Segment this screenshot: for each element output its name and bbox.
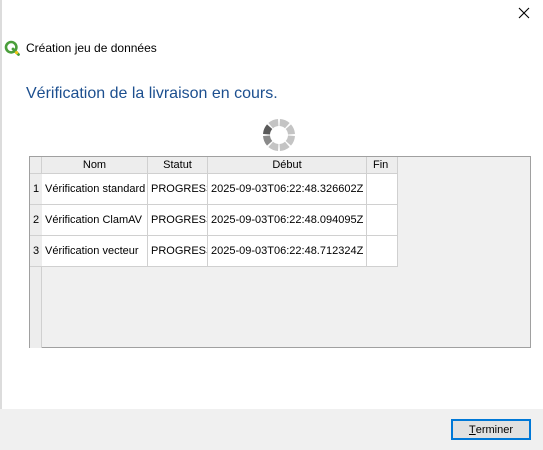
- spinner-segment: [268, 119, 279, 129]
- table-row[interactable]: Vérification vecteur PROGRESS 2025-09-03…: [42, 236, 398, 267]
- window-header: Création jeu de données: [4, 40, 157, 56]
- spinner-segment: [263, 135, 273, 146]
- table-header: Nom Statut Début Fin: [30, 157, 398, 174]
- qgis-logo-icon: [4, 40, 20, 56]
- row-number[interactable]: 3: [30, 236, 42, 267]
- column-header-fin[interactable]: Fin: [367, 157, 398, 174]
- finish-button-mnemonic: T: [468, 423, 476, 436]
- cell-nom[interactable]: Vérification ClamAV: [42, 205, 148, 236]
- spinner-segment: [279, 119, 290, 129]
- cell-fin[interactable]: [367, 174, 398, 205]
- cell-fin[interactable]: [367, 236, 398, 267]
- spinner-segment: [268, 141, 279, 151]
- finish-button-label: erminer: [475, 423, 514, 436]
- column-header-statut[interactable]: Statut: [148, 157, 208, 174]
- spinner-segment: [285, 135, 295, 146]
- column-header-nom[interactable]: Nom: [42, 157, 148, 174]
- verification-table[interactable]: Nom Statut Début Fin 1 Vérification stan…: [29, 156, 531, 348]
- cell-statut[interactable]: PROGRESS: [148, 236, 208, 267]
- cell-fin[interactable]: [367, 205, 398, 236]
- page-title: Vérification de la livraison en cours.: [26, 85, 278, 102]
- column-header-debut[interactable]: Début: [208, 157, 367, 174]
- cell-nom[interactable]: Vérification vecteur: [42, 236, 148, 267]
- close-button[interactable]: [515, 4, 533, 22]
- table-corner: [30, 157, 42, 174]
- spinner-segment: [263, 124, 273, 135]
- table-row[interactable]: Vérification standard PROGRESS 2025-09-0…: [42, 174, 398, 205]
- loading-spinner-icon: [263, 119, 295, 151]
- spinner-segment: [279, 141, 290, 151]
- cell-debut[interactable]: 2025-09-03T06:22:48.094095Z: [208, 205, 367, 236]
- cell-statut[interactable]: PROGRESS: [148, 205, 208, 236]
- cell-debut[interactable]: 2025-09-03T06:22:48.712324Z: [208, 236, 367, 267]
- window-left-edge: [0, 0, 2, 450]
- row-number[interactable]: 2: [30, 205, 42, 236]
- cell-nom[interactable]: Vérification standard: [42, 174, 148, 205]
- window-title: Création jeu de données: [26, 41, 157, 55]
- spinner-segment: [285, 124, 295, 135]
- table-row[interactable]: Vérification ClamAV PROGRESS 2025-09-03T…: [42, 205, 398, 236]
- row-number[interactable]: 1: [30, 174, 42, 205]
- close-icon: [518, 7, 530, 19]
- finish-button[interactable]: Terminer: [451, 419, 531, 440]
- cell-statut[interactable]: PROGRESS: [148, 174, 208, 205]
- cell-debut[interactable]: 2025-09-03T06:22:48.326602Z: [208, 174, 367, 205]
